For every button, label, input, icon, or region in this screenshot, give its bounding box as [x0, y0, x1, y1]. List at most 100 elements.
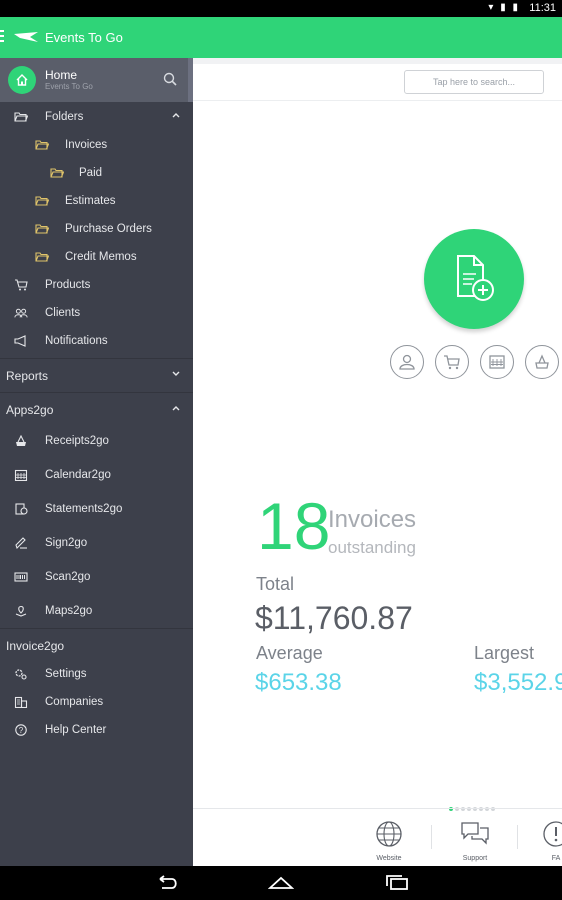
- sidebar-item-label: Companies: [45, 696, 104, 708]
- sidebar-item-clients[interactable]: Clients: [0, 300, 193, 328]
- sidebar-item-folders[interactable]: Folders: [0, 104, 193, 132]
- sidebar-item-label: Settings: [45, 668, 87, 680]
- globe-icon: [376, 821, 402, 847]
- sidebar-item-scan2go[interactable]: Scan2go: [0, 564, 193, 592]
- divider: [193, 100, 562, 101]
- folder-open-icon: [50, 168, 64, 178]
- cart-icon: [15, 279, 28, 291]
- chevron-up-icon[interactable]: [171, 110, 181, 120]
- megaphone-icon: [14, 335, 26, 347]
- sidebar-item-estimates[interactable]: Estimates: [0, 188, 193, 216]
- divider: [431, 825, 432, 849]
- sidebar-section-reports[interactable]: Reports: [0, 358, 193, 391]
- support-button[interactable]: Support: [450, 819, 500, 864]
- folder-open-icon: [35, 252, 49, 262]
- map-pin-icon: [15, 605, 27, 617]
- receipts-button[interactable]: [525, 345, 559, 379]
- sidebar-section-apps2go[interactable]: Apps2go: [0, 392, 193, 425]
- faq-button[interactable]: FA: [533, 819, 562, 864]
- person-icon: [399, 354, 415, 370]
- sidebar-item-help-center[interactable]: ? Help Center: [0, 717, 193, 745]
- sidebar-item-label: Receipts2go: [45, 435, 109, 447]
- largest-label: Largest: [474, 643, 535, 663]
- home-label: Home: [45, 68, 78, 82]
- calendar-icon: [14, 469, 28, 481]
- new-document-icon: [457, 255, 494, 301]
- chevron-down-icon[interactable]: [171, 369, 181, 379]
- sidebar-item-label: Products: [45, 279, 91, 291]
- total-value: $11,760.87: [255, 600, 413, 636]
- app-bar: Events To Go: [0, 17, 562, 58]
- sidebar-item-notifications[interactable]: Notifications: [0, 328, 193, 356]
- sidebar-item-label: Sign2go: [45, 537, 88, 549]
- sidebar-item-statements2go[interactable]: Statements2go: [0, 496, 193, 524]
- folder-open-icon: [35, 140, 49, 150]
- sidebar-item-label: Folders: [45, 111, 84, 123]
- calendar-button[interactable]: [480, 345, 514, 379]
- sidebar-item-settings[interactable]: Settings: [0, 661, 193, 689]
- status-time: 11:31: [529, 2, 556, 14]
- sidebar-item-label: Notifications: [45, 335, 108, 347]
- sidebar-item-credit-memos[interactable]: Credit Memos: [0, 244, 193, 272]
- sidebar-item-maps2go[interactable]: Maps2go: [0, 598, 193, 626]
- svg-text:?: ?: [19, 726, 24, 735]
- sidebar-item-calendar2go[interactable]: Calendar2go: [0, 462, 193, 490]
- receipts-icon: [16, 435, 26, 446]
- sidebar-section-invoice2go: Invoice2go: [0, 628, 193, 661]
- cart-icon: [444, 355, 460, 370]
- page-indicator[interactable]: [449, 798, 497, 811]
- status-icons: ▾ ▮ ▮: [488, 2, 520, 13]
- logo-icon: [14, 32, 38, 42]
- sidebar-item-label: Estimates: [65, 195, 116, 207]
- search-input[interactable]: Tap here to search...: [404, 70, 544, 94]
- main-content: Tap here to search... 18 Invoices outsta…: [193, 58, 562, 866]
- faq-label: FA: [551, 855, 561, 862]
- average-label: Average: [256, 643, 323, 663]
- chevron-up-icon[interactable]: [171, 403, 181, 413]
- new-invoice-button[interactable]: [424, 229, 524, 329]
- support-label: Support: [462, 855, 488, 862]
- info-icon: [543, 821, 562, 847]
- sidebar-item-label: Clients: [45, 307, 81, 319]
- clients-icon: [14, 308, 28, 318]
- sidebar-item-label: Credit Memos: [65, 251, 137, 263]
- recents-icon[interactable]: [384, 875, 410, 891]
- sidebar-item-paid[interactable]: Paid: [0, 160, 193, 188]
- pen-icon: [15, 537, 27, 549]
- receipts-icon: [535, 354, 549, 369]
- add-client-button[interactable]: [390, 345, 424, 379]
- folder-open-icon: [35, 196, 49, 206]
- sidebar-item-label: Calendar2go: [45, 469, 111, 481]
- sidebar-item-label: Paid: [79, 167, 103, 179]
- website-button[interactable]: Website: [364, 819, 414, 864]
- invoice-count-label: Invoices: [328, 506, 417, 533]
- divider: [517, 825, 518, 849]
- sidebar-item-sign2go[interactable]: Sign2go: [0, 530, 193, 558]
- folder-open-icon: [35, 224, 49, 234]
- section-label: Invoice2go: [6, 639, 65, 653]
- menu-icon[interactable]: [0, 30, 4, 44]
- website-label: Website: [376, 855, 402, 862]
- sidebar-item-receipts2go[interactable]: Receipts2go: [0, 428, 193, 456]
- chat-icon: [461, 822, 489, 845]
- system-nav-bar: [0, 866, 562, 900]
- invoice-count-sublabel: outstanding: [328, 538, 416, 557]
- sidebar-item-home[interactable]: Home Events To Go: [0, 58, 193, 102]
- statements-icon: [15, 503, 28, 515]
- invoice-count: 18: [257, 489, 331, 563]
- add-product-button[interactable]: [435, 345, 469, 379]
- sidebar-item-label: Scan2go: [45, 571, 91, 583]
- home-nav-icon[interactable]: [268, 875, 294, 891]
- building-icon: [14, 696, 28, 708]
- back-icon[interactable]: [154, 875, 180, 891]
- sidebar-item-companies[interactable]: Companies: [0, 689, 193, 717]
- largest-value: $3,552.9: [474, 669, 562, 696]
- sidebar-item-products[interactable]: Products: [0, 272, 193, 300]
- sidebar-item-label: Help Center: [45, 724, 107, 736]
- app-title: Events To Go: [45, 30, 123, 45]
- folder-open-icon: [14, 112, 28, 122]
- sidebar-item-label: Purchase Orders: [65, 223, 152, 235]
- sidebar-item-invoices[interactable]: Invoices: [0, 132, 193, 160]
- search-icon[interactable]: [163, 72, 177, 86]
- sidebar-item-purchase-orders[interactable]: Purchase Orders: [0, 216, 193, 244]
